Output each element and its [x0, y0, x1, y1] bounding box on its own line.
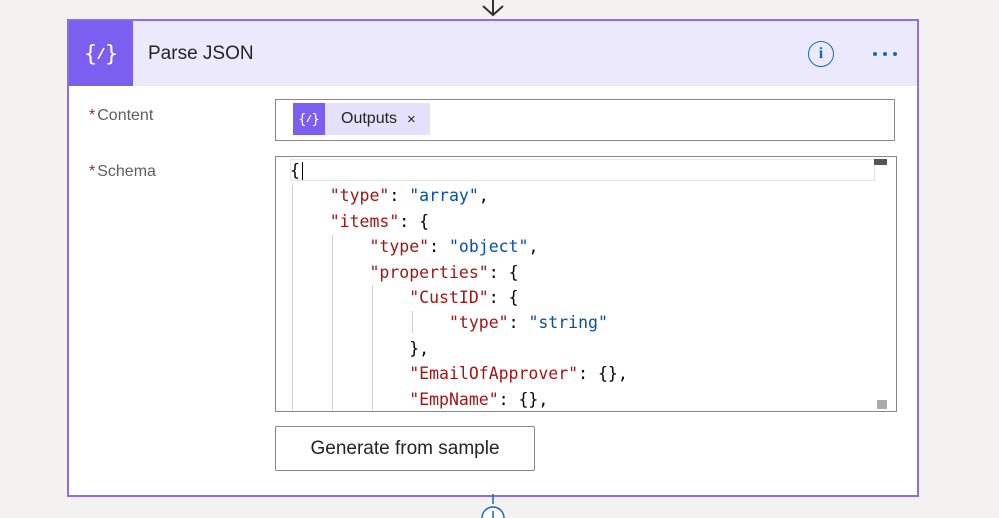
schema-code-editor[interactable]: { "type": "array", "items": { "type": "o… [275, 156, 897, 412]
expression-braces-icon: { } [69, 21, 133, 86]
more-dot [893, 52, 897, 56]
content-label-text: Content [97, 107, 154, 124]
code-line: }, [290, 338, 430, 358]
svg-text:{ }: { } [298, 112, 320, 128]
info-glyph: i [818, 45, 824, 62]
content-input[interactable]: { } Outputs × [275, 99, 895, 141]
required-marker: * [89, 107, 96, 124]
schema-label-text: Schema [97, 163, 156, 180]
code-line: { [290, 161, 300, 180]
action-header[interactable]: { } Parse JSON i [69, 21, 917, 86]
required-marker: * [89, 163, 96, 180]
current-line-highlight [290, 159, 875, 181]
more-dot [883, 52, 887, 56]
code-line: "EmpName": {}, [409, 389, 549, 409]
code-line: "type": "array", [329, 186, 489, 206]
remove-token-icon[interactable]: × [407, 111, 416, 128]
resize-handle[interactable] [877, 400, 887, 409]
more-options-icon[interactable] [867, 39, 903, 69]
text-cursor [302, 162, 303, 180]
schema-label: * Schema [89, 163, 156, 181]
generate-from-sample-button[interactable]: Generate from sample [275, 426, 535, 471]
scrollbar-thumb[interactable] [874, 159, 887, 165]
code-line: "type": "object", [369, 237, 539, 257]
outputs-token[interactable]: { } Outputs × [293, 103, 430, 135]
connector-arrow-icon [482, 0, 504, 17]
parse-json-action-card: { } Parse JSON i *Content { } Outputs × [67, 19, 919, 497]
code-line: "items": { [329, 211, 430, 231]
code-line: "properties": { [369, 262, 519, 282]
content-label: * Content [89, 107, 153, 125]
code-line: "EmailOfApprover": {}, [409, 364, 628, 384]
more-dot [873, 52, 877, 56]
code-line: "CustID": { [409, 288, 519, 307]
code-line: "type": "string" [448, 313, 608, 333]
info-icon[interactable]: i [808, 41, 834, 67]
expression-braces-icon: { } [293, 103, 325, 135]
add-step-icon[interactable] [478, 494, 508, 518]
action-title: Parse JSON [148, 43, 254, 64]
token-label: Outputs [341, 110, 398, 127]
